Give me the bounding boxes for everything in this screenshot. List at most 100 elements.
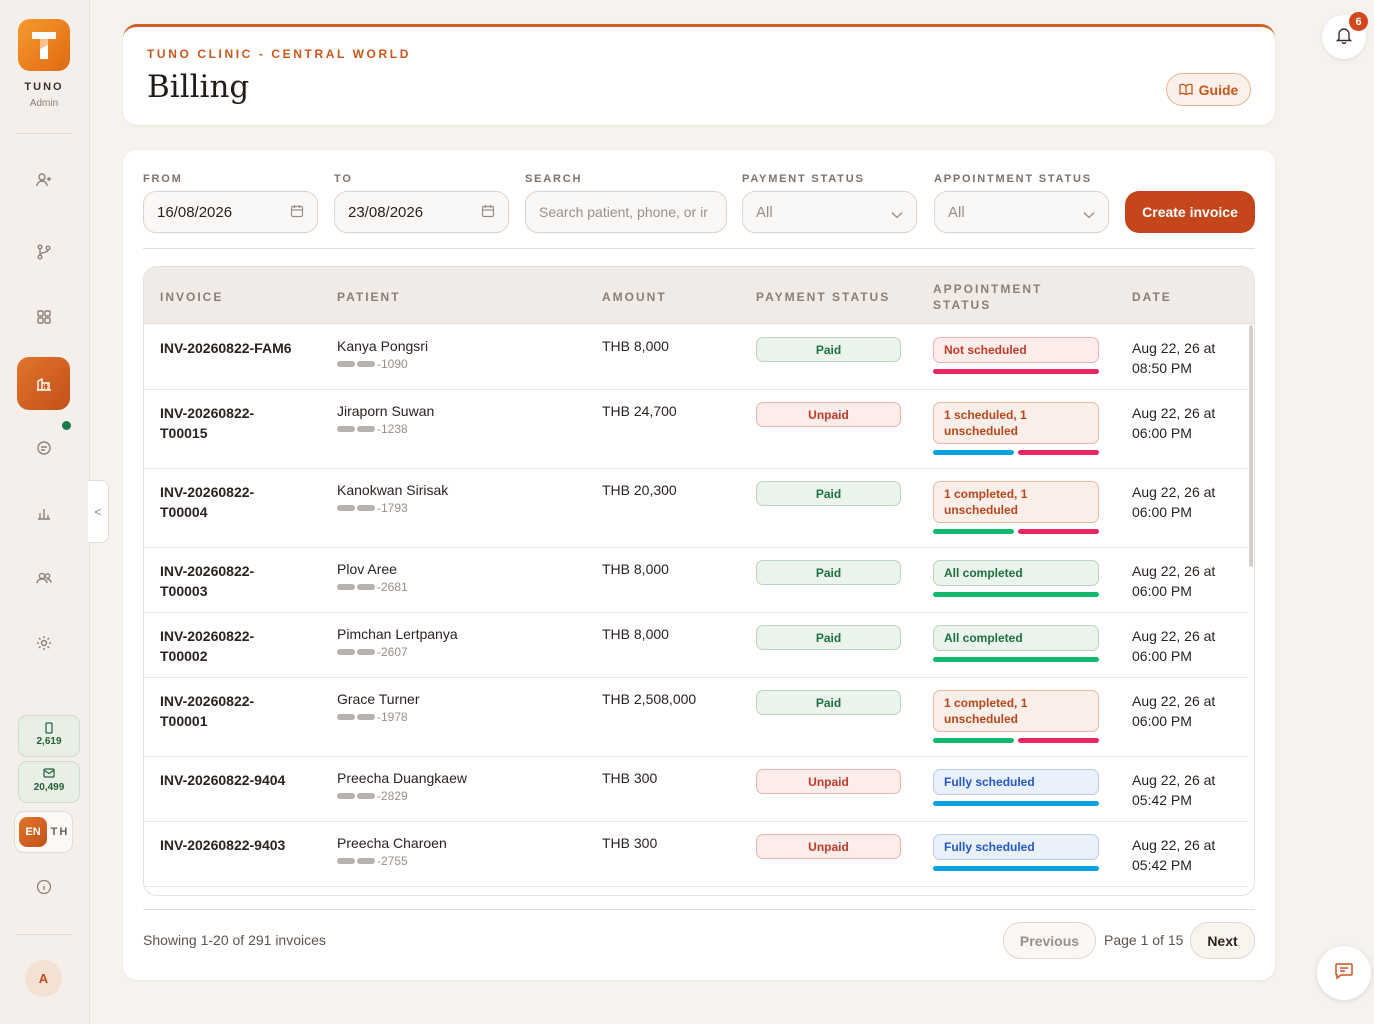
calendar-icon — [290, 204, 304, 222]
table-row[interactable]: INV-20260822-9404 Preecha Duangkaew -282… — [144, 757, 1248, 822]
col-date[interactable]: DATE — [1132, 289, 1172, 305]
clinic-name: TUNO CLINIC - CENTRAL WORLD — [147, 47, 411, 61]
col-appointment-status[interactable]: APPOINTMENT STATUS — [933, 281, 1073, 313]
payment-status-badge: Paid — [756, 560, 901, 585]
patient-phone: -1090 — [337, 357, 408, 371]
language-switch: EN TH — [14, 811, 73, 853]
patient-phone: -2755 — [337, 854, 408, 868]
appointment-progress — [933, 592, 1099, 597]
payment-status-select[interactable]: All — [742, 191, 917, 233]
notification-count-badge: 6 — [1349, 12, 1368, 31]
patient-phone: -1238 — [337, 422, 408, 436]
to-date-field[interactable]: 23/08/2026 — [334, 191, 509, 233]
patient-name: Kanya Pongsri — [337, 338, 429, 354]
invoice-amount: THB 2,508,000 — [602, 691, 697, 707]
appointment-status-badge: Fully scheduled — [933, 769, 1099, 795]
billing-icon[interactable] — [17, 357, 70, 410]
table-scrollbar[interactable] — [1249, 325, 1253, 567]
search-label: SEARCH — [525, 173, 583, 185]
sms-credits-value: 2,619 — [36, 736, 62, 747]
table-row[interactable]: INV-20260822-T00002 Pimchan Lertpanya -2… — [144, 613, 1248, 678]
invoice-amount: THB 24,700 — [602, 403, 677, 419]
patient-name: Preecha Charoen — [337, 835, 447, 851]
appointment-status-label: APPOINTMENT STATUS — [934, 173, 1092, 185]
mail-icon — [19, 768, 79, 782]
dashboard-grid-icon[interactable] — [29, 302, 59, 332]
col-amount[interactable]: AMOUNT — [602, 289, 667, 305]
invoice-date: Aug 22, 26 at 08:50 PM — [1132, 340, 1216, 376]
users-icon[interactable] — [29, 563, 59, 593]
payment-status-badge: Unpaid — [756, 769, 901, 794]
info-icon[interactable] — [29, 872, 59, 902]
payment-status-label: PAYMENT STATUS — [742, 173, 865, 185]
sidebar-divider — [16, 934, 72, 935]
col-payment-status[interactable]: PAYMENT STATUS — [756, 289, 890, 305]
table-header: INVOICE PATIENT AMOUNT PAYMENT STATUS AP… — [144, 267, 1254, 324]
email-credits-value: 20,499 — [33, 782, 65, 793]
online-status-dot — [62, 421, 71, 430]
email-credits-badge[interactable]: 20,499 — [18, 761, 80, 803]
table-row[interactable]: INV-20260822-T00001 Grace Turner -1978 T… — [144, 678, 1248, 757]
billing-panel: FROM 16/08/2026 TO 23/08/2026 SEARCH Sea… — [123, 150, 1275, 980]
payment-status-badge: Unpaid — [756, 834, 901, 859]
invoice-date: Aug 22, 26 at 06:00 PM — [1132, 693, 1216, 729]
support-chat-button[interactable] — [1317, 946, 1371, 1000]
patient-phone: -1978 — [337, 710, 408, 724]
chat-icon[interactable] — [29, 433, 59, 463]
next-page-button[interactable]: Next — [1190, 922, 1255, 959]
patient-phone: -2681 — [337, 580, 408, 594]
role-label: Admin — [29, 98, 59, 109]
invoice-date: Aug 22, 26 at 06:00 PM — [1132, 405, 1216, 441]
invoice-table: INVOICE PATIENT AMOUNT PAYMENT STATUS AP… — [143, 266, 1255, 896]
sms-credits-badge[interactable]: 2,619 — [18, 715, 80, 757]
invoice-date: Aug 22, 26 at 06:00 PM — [1132, 628, 1216, 664]
appointment-status-badge: All completed — [933, 625, 1099, 651]
payment-status-badge: Paid — [756, 337, 901, 362]
col-patient[interactable]: PATIENT — [337, 289, 401, 305]
payment-status-badge: Paid — [756, 690, 901, 715]
to-date-value: 23/08/2026 — [348, 203, 424, 221]
from-date-field[interactable]: 16/08/2026 — [143, 191, 318, 233]
appointment-progress — [933, 529, 1099, 534]
guide-button[interactable]: Guide — [1166, 73, 1251, 106]
patient-name: Jiraporn Suwan — [337, 403, 435, 419]
table-row[interactable]: INV-20260822-9403 Preecha Charoen -2755 … — [144, 822, 1248, 887]
sidebar-divider — [16, 133, 72, 134]
payment-status-badge: Paid — [756, 481, 901, 506]
page-header: TUNO CLINIC - CENTRAL WORLD Billing Guid… — [123, 24, 1275, 125]
create-invoice-button[interactable]: Create invoice — [1125, 191, 1255, 233]
search-input[interactable]: Search patient, phone, or ir — [525, 191, 727, 233]
col-invoice[interactable]: INVOICE — [160, 289, 223, 305]
tuno-logo[interactable] — [18, 19, 70, 71]
patient-phone: -2829 — [337, 789, 408, 803]
patient-phone: -1793 — [337, 501, 408, 515]
add-patient-icon[interactable] — [29, 165, 59, 195]
table-row[interactable]: INV-20260822-T00003 Plov Aree -2681 THB … — [144, 548, 1248, 613]
previous-page-button[interactable]: Previous — [1003, 922, 1096, 959]
table-row[interactable]: INV-20260822-T00004 Kanokwan Sirisak -17… — [144, 469, 1248, 548]
invoice-amount: THB 8,000 — [602, 338, 669, 354]
collapse-sidebar-button[interactable]: < — [88, 480, 109, 543]
reports-icon[interactable] — [29, 498, 59, 528]
chevron-down-icon — [1083, 206, 1095, 223]
appointment-progress — [933, 450, 1099, 455]
invoice-number: INV-20260822-T00015 — [160, 405, 255, 441]
divider — [143, 248, 1255, 249]
patient-name: Kanokwan Sirisak — [337, 482, 449, 498]
divider — [143, 909, 1255, 910]
appointment-progress — [933, 657, 1099, 662]
settings-icon[interactable] — [29, 628, 59, 658]
branch-icon[interactable] — [29, 237, 59, 267]
appointment-status-badge: 1 scheduled, 1 unscheduled — [933, 402, 1099, 444]
avatar[interactable]: A — [25, 960, 62, 997]
table-row[interactable]: INV-20260822-T00015 Jiraporn Suwan -1238… — [144, 390, 1248, 469]
appointment-status-select[interactable]: All — [934, 191, 1109, 233]
appointment-progress — [933, 738, 1099, 743]
lang-th-button[interactable]: TH — [49, 817, 71, 847]
lang-en-button[interactable]: EN — [19, 817, 47, 847]
table-row[interactable]: INV-20260822-FAM6 Kanya Pongsri -1090 TH… — [144, 325, 1248, 390]
appointment-progress — [933, 866, 1099, 871]
patient-name: Pimchan Lertpanya — [337, 626, 458, 642]
appointment-status-badge: Not scheduled — [933, 337, 1099, 363]
calendar-icon — [481, 204, 495, 222]
